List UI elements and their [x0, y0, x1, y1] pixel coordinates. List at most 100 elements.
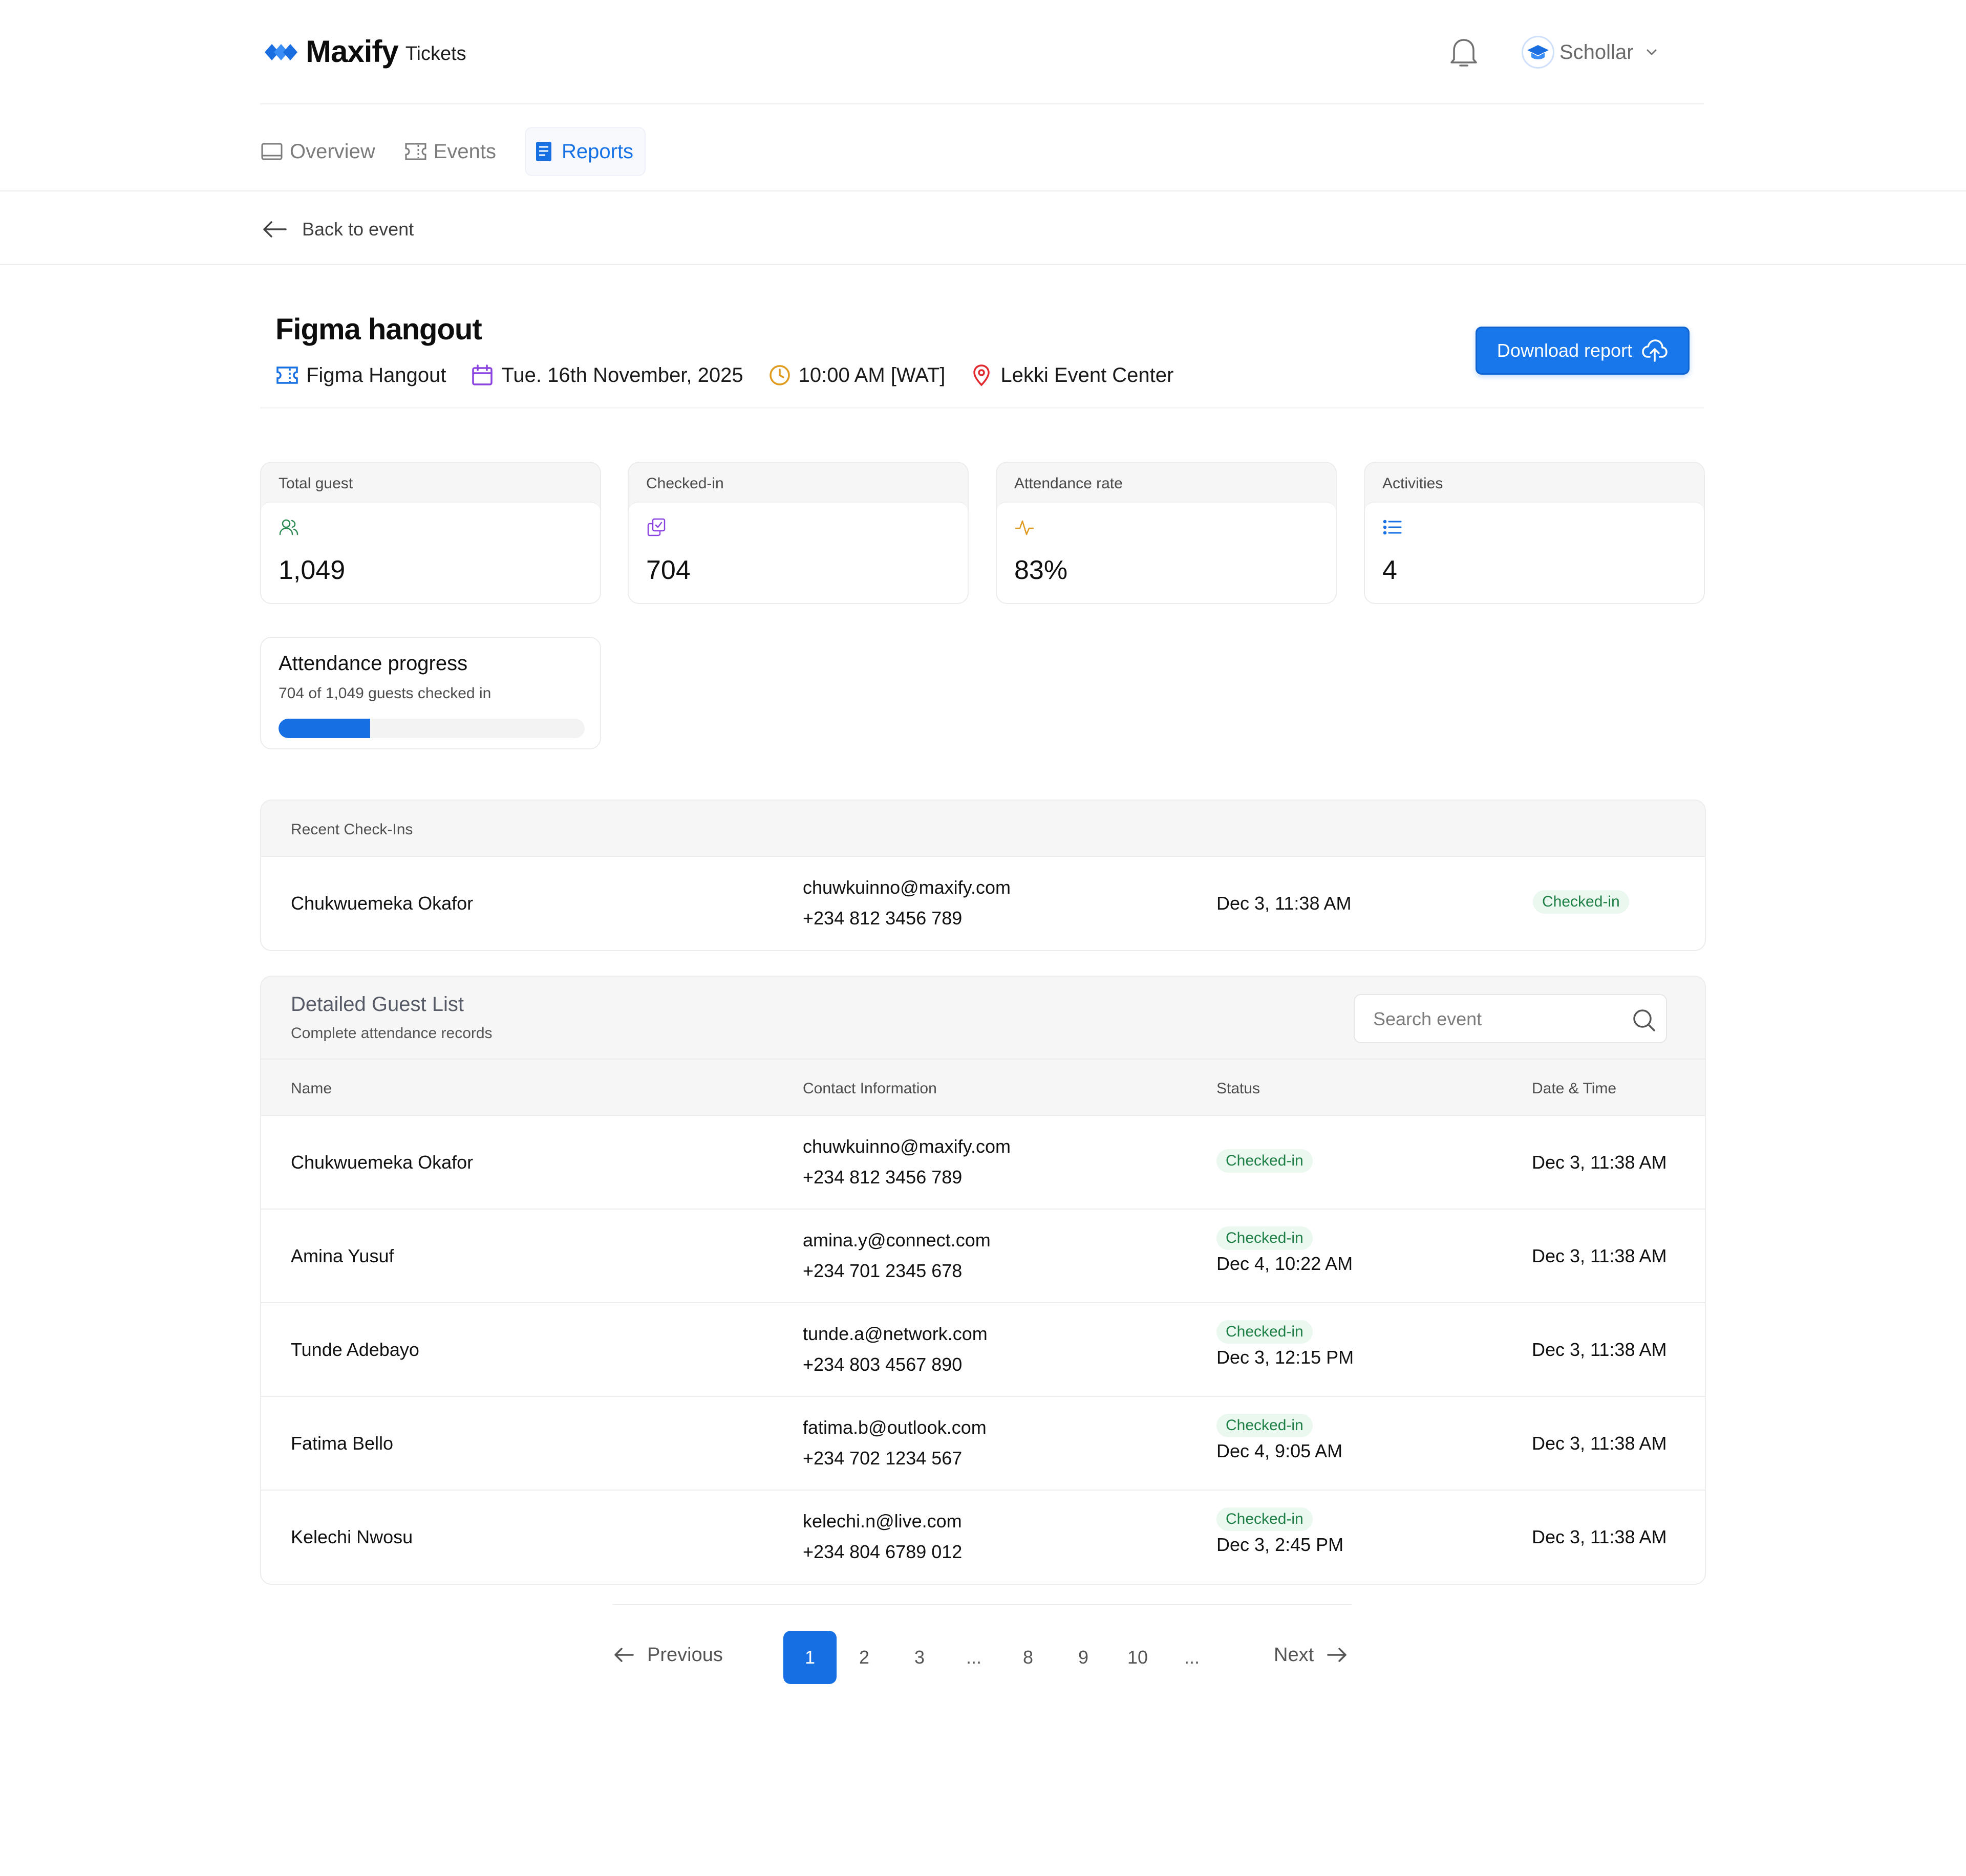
stat-body: 1,049	[261, 502, 600, 603]
guest-name: Chukwuemeka Okafor	[291, 893, 474, 914]
table-row[interactable]: Chukwuemeka Okafor chuwkuinno@maxify.com…	[261, 1116, 1705, 1210]
guest-status: Checked-in Dec 3, 2:45 PM	[1216, 1507, 1343, 1556]
stat-label: Activities	[1382, 475, 1443, 492]
page-button-10[interactable]: 10	[1111, 1631, 1164, 1684]
guest-phone: +234 702 1234 567	[803, 1448, 963, 1469]
table-row[interactable]: Fatima Bello fatima.b@outlook.com +234 7…	[261, 1397, 1705, 1491]
tab-overview-label: Overview	[290, 140, 375, 163]
column-header-status[interactable]: Status	[1216, 1080, 1260, 1097]
arrow-left-icon	[614, 1648, 634, 1662]
page-ellipsis: ...	[1184, 1647, 1200, 1668]
stat-body: 83%	[997, 502, 1336, 603]
status-badge: Checked-in	[1533, 890, 1629, 914]
chevron-down-icon	[1647, 49, 1657, 55]
guest-datetime: Dec 3, 11:38 AM	[1532, 1245, 1667, 1266]
tabs-divider	[0, 190, 1966, 191]
page-button-8[interactable]: 8	[1001, 1631, 1055, 1684]
stat-card-activities: Activities 4	[1364, 462, 1705, 604]
stat-body: 704	[629, 502, 968, 603]
cloud-upload-icon	[1642, 339, 1668, 362]
detailed-guest-list-table: Detailed Guest List Complete attendance …	[260, 976, 1706, 1585]
stat-label: Attendance rate	[1014, 475, 1123, 492]
tab-reports[interactable]: Reports	[525, 127, 646, 176]
search-icon[interactable]	[1631, 1007, 1657, 1033]
event-meta: Figma Hangout Tue. 16th November, 2025 1…	[275, 363, 1198, 387]
guest-name: Kelechi Nwosu	[291, 1526, 413, 1547]
search-input[interactable]	[1373, 1006, 1614, 1032]
guest-contact: fatima.b@outlook.com +234 702 1234 567	[803, 1412, 987, 1474]
search-box[interactable]	[1354, 994, 1667, 1043]
next-page-button[interactable]: Next	[1274, 1643, 1349, 1667]
bell-icon[interactable]	[1449, 36, 1479, 69]
guest-email: kelechi.n@live.com	[803, 1511, 962, 1532]
graduation-cap-icon	[1527, 45, 1549, 59]
guest-email: chuwkuinno@maxify.com	[803, 877, 1011, 898]
guest-contact: tunde.a@network.com +234 803 4567 890	[803, 1319, 988, 1380]
event-name: Figma Hangout	[306, 363, 446, 386]
progress-title: Attendance progress	[279, 652, 468, 675]
page-button-2[interactable]: 2	[838, 1631, 891, 1684]
calendar-icon	[472, 364, 493, 385]
page-button-3[interactable]: 3	[893, 1631, 946, 1684]
guest-phone: +234 812 3456 789	[803, 1167, 963, 1188]
arrow-left-icon	[263, 221, 287, 238]
table-row[interactable]: Amina Yusuf amina.y@connect.com +234 701…	[261, 1210, 1705, 1303]
guest-email: amina.y@connect.com	[803, 1230, 991, 1250]
guest-name: Tunde Adebayo	[291, 1339, 419, 1360]
attendance-progress-card: Attendance progress 704 of 1,049 guests …	[260, 637, 601, 749]
guest-datetime: Dec 3, 11:38 AM	[1532, 1526, 1667, 1547]
status-badge: Checked-in	[1216, 1507, 1313, 1531]
users-icon	[279, 519, 298, 535]
status-badge: Checked-in	[1216, 1149, 1313, 1173]
table-row[interactable]: Kelechi Nwosu kelechi.n@live.com +234 80…	[261, 1491, 1705, 1584]
stat-label: Checked-in	[646, 475, 724, 492]
stat-card-attendance-rate: Attendance rate 83%	[996, 462, 1337, 604]
back-to-event-link[interactable]: Back to event	[260, 214, 414, 245]
guest-list-subtitle: Complete attendance records	[291, 1025, 493, 1042]
table-row[interactable]: Tunde Adebayo tunde.a@network.com +234 8…	[261, 1303, 1705, 1397]
user-menu[interactable]: Schollar	[1519, 34, 1662, 71]
guest-email: fatima.b@outlook.com	[803, 1417, 987, 1438]
guest-status: Checked-in	[1216, 1149, 1313, 1173]
main-tabs: Overview Events Reports	[260, 127, 664, 176]
download-report-button[interactable]: Download report	[1476, 327, 1690, 375]
avatar	[1522, 36, 1554, 69]
page-button-1[interactable]: 1	[783, 1631, 837, 1684]
checkin-time: Dec 3, 11:38 AM	[1216, 893, 1352, 914]
event-time-item: 10:00 AM [WAT]	[768, 363, 945, 387]
tab-overview[interactable]: Overview	[260, 127, 386, 176]
guest-status: Checked-in Dec 3, 12:15 PM	[1216, 1320, 1354, 1368]
tab-events[interactable]: Events	[404, 127, 506, 176]
guest-contact: chuwkuinno@maxify.com +234 812 3456 789	[803, 1131, 1011, 1193]
column-header-contact[interactable]: Contact Information	[803, 1080, 937, 1097]
page-button-9[interactable]: 9	[1057, 1631, 1110, 1684]
guest-list-header: Detailed Guest List Complete attendance …	[261, 977, 1705, 1060]
status-badge-wrap: Checked-in	[1533, 890, 1629, 914]
progress-subtitle: 704 of 1,049 guests checked in	[279, 685, 492, 702]
previous-page-button[interactable]: Previous	[612, 1643, 723, 1667]
status-badge: Checked-in	[1216, 1414, 1313, 1437]
event-name-item: Figma Hangout	[275, 363, 446, 387]
column-header-datetime[interactable]: Date & Time	[1532, 1080, 1616, 1097]
recent-check-ins-header: Recent Check-Ins	[261, 801, 1705, 857]
guest-datetime: Dec 3, 11:38 AM	[1532, 1433, 1667, 1454]
stat-card-checked-in: Checked-in 704	[628, 462, 969, 604]
guest-status: Checked-in Dec 4, 9:05 AM	[1216, 1413, 1342, 1462]
guest-phone: +234 804 6789 012	[803, 1541, 963, 1562]
app-header: Maxify Tickets Schollar	[0, 0, 1966, 104]
next-label: Next	[1274, 1644, 1314, 1666]
guest-datetime: Dec 3, 11:38 AM	[1532, 1339, 1667, 1360]
guest-contact: chuwkuinno@maxify.com +234 812 3456 789	[803, 872, 1011, 934]
event-divider	[260, 407, 1704, 408]
back-divider	[0, 264, 1966, 265]
event-date: Tue. 16th November, 2025	[501, 363, 743, 386]
tab-reports-label: Reports	[562, 140, 634, 163]
app-logo[interactable]: Maxify Tickets	[264, 34, 466, 69]
ticket-icon	[276, 366, 298, 384]
table-row[interactable]: Chukwuemeka Okafor chuwkuinno@maxify.com…	[261, 857, 1705, 950]
pagination-divider	[612, 1604, 1352, 1605]
column-header-name[interactable]: Name	[291, 1080, 332, 1097]
monitor-icon	[261, 143, 283, 160]
page-ellipsis: ...	[966, 1647, 981, 1668]
progress-bar-fill	[279, 719, 371, 738]
